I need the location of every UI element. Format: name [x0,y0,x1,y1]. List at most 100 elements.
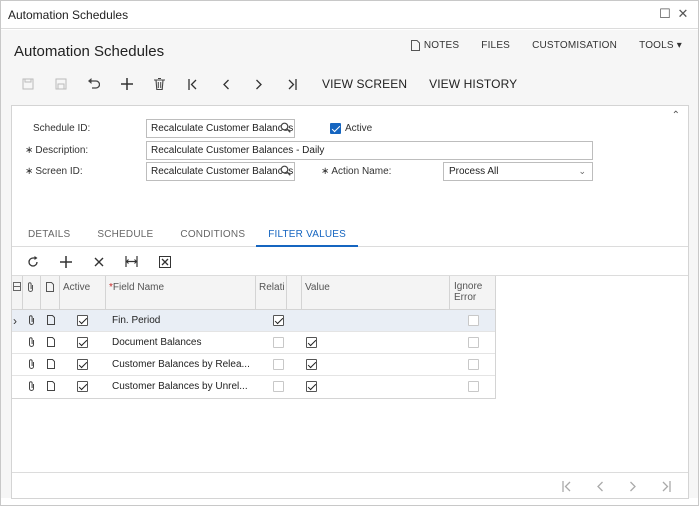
schedule-id-value: Recalculate Customer Balances [151,123,294,134]
note-icon [410,40,420,51]
delete-row-icon[interactable] [82,250,115,274]
field-name-cell[interactable]: Document Balances [108,332,254,354]
save-icon[interactable] [44,72,77,96]
add-row-icon[interactable] [49,250,82,274]
last-record-icon[interactable] [275,72,308,96]
field-name-cell[interactable]: Fin. Period [108,310,254,332]
view-history-button[interactable]: VIEW HISTORY [429,77,517,91]
table-row[interactable]: Document Balances [12,332,495,354]
maximize-icon[interactable]: ☐ [658,7,672,21]
row-relative-checkbox[interactable] [273,315,284,326]
note-icon [46,282,54,292]
row-ignore-error-checkbox[interactable] [468,315,479,326]
active-checkbox[interactable] [330,123,341,134]
row-active-checkbox[interactable] [77,337,88,348]
notes-label: NOTES [423,40,460,51]
note-icon[interactable] [44,376,58,398]
last-page-icon[interactable] [649,480,682,492]
table-row[interactable]: › Fin. Period [12,310,495,332]
close-icon[interactable]: ✕ [676,7,690,21]
action-name-value: Process All [449,166,499,177]
page-title: Automation Schedules [14,43,165,60]
tab-details[interactable]: DETAILS [12,219,81,247]
view-screen-button[interactable]: VIEW SCREEN [322,77,407,91]
action-name-select[interactable]: Process All ⌄ [443,162,593,181]
table-row[interactable]: Customer Balances by Unrel... [12,376,495,398]
paperclip-icon[interactable] [26,332,37,354]
description-label: ∗ Description: [25,145,88,156]
previous-page-icon[interactable] [583,481,616,492]
export-excel-icon[interactable] [148,250,181,274]
action-name-label: ∗ Action Name: [321,166,391,177]
row-value-checkbox[interactable] [306,337,317,348]
tab-conditions[interactable]: CONDITIONS [164,219,256,247]
row-relative-checkbox[interactable] [273,381,284,392]
schedule-id-label: Schedule ID: [33,123,91,134]
note-icon[interactable] [44,310,58,332]
next-record-icon[interactable] [242,72,275,96]
tab-schedule[interactable]: SCHEDULE [81,219,164,247]
customisation-link[interactable]: CUSTOMISATION [532,40,617,51]
top-links: NOTES FILES CUSTOMISATION TOOLS ▾ [389,40,682,51]
schedule-form: ⌃ Schedule ID: Recalculate Customer Bala… [11,105,689,499]
row-ignore-error-checkbox[interactable] [468,381,479,392]
active-label: Active [345,123,373,134]
row-pointer-icon: › [13,314,17,328]
grid-header: Active *Field Name Relati Value Ignore E… [12,276,496,310]
action-name-label-text: Action Name: [331,166,392,177]
undo-icon[interactable] [77,72,110,96]
column-header-ignore-error[interactable]: Ignore Error [450,276,496,310]
first-record-icon[interactable] [176,72,209,96]
tab-filter-values[interactable]: FILTER VALUES [256,219,358,247]
row-relative-checkbox[interactable] [273,337,284,348]
note-header [41,276,60,310]
screen-id-field[interactable]: Recalculate Customer Balances [146,162,295,181]
paperclip-icon[interactable] [26,310,37,332]
search-icon[interactable] [280,122,291,133]
column-header-active[interactable]: Active [60,276,106,310]
files-link[interactable]: FILES [481,40,510,51]
screen-id-label: ∗ Screen ID: [25,166,83,177]
schedule-id-field[interactable]: Recalculate Customer Balances [146,119,295,138]
note-icon[interactable] [44,332,58,354]
row-value-checkbox[interactable] [306,381,317,392]
table-row[interactable]: Customer Balances by Relea... [12,354,495,376]
screen-id-label-text: Screen ID: [35,166,83,177]
row-value-checkbox[interactable] [306,359,317,370]
tools-menu[interactable]: TOOLS ▾ [639,40,682,51]
row-active-checkbox[interactable] [77,359,88,370]
fit-columns-icon[interactable] [115,250,148,274]
description-value: Recalculate Customer Balances - Daily [151,145,325,156]
refresh-icon[interactable] [16,250,49,274]
column-header-value[interactable]: Value [301,276,450,310]
row-active-checkbox[interactable] [77,315,88,326]
column-header-field-name[interactable]: *Field Name [106,276,256,310]
save-close-icon[interactable] [11,72,44,96]
grid-settings-icon[interactable] [13,282,21,291]
add-icon[interactable] [110,72,143,96]
row-active-checkbox[interactable] [77,381,88,392]
screen-id-value: Recalculate Customer Balances [151,166,294,177]
paperclip-icon[interactable] [26,376,37,398]
grid-toolbar [12,248,688,276]
paperclip-icon [28,282,33,292]
next-page-icon[interactable] [616,481,649,492]
collapse-icon[interactable]: ⌃ [672,110,680,121]
delete-icon[interactable] [143,72,176,96]
row-ignore-error-checkbox[interactable] [468,359,479,370]
description-field[interactable]: Recalculate Customer Balances - Daily [146,141,593,160]
column-header-relative[interactable]: Relati [256,276,287,310]
notes-link[interactable]: NOTES [410,40,460,51]
row-ignore-error-checkbox[interactable] [468,337,479,348]
field-name-cell[interactable]: Customer Balances by Unrel... [108,376,254,398]
field-name-cell[interactable]: Customer Balances by Relea... [108,354,254,376]
previous-record-icon[interactable] [209,72,242,96]
note-icon[interactable] [44,354,58,376]
automation-schedules-window: Automation Schedules ☐ ✕ Automation Sche… [0,0,699,506]
paperclip-icon[interactable] [26,354,37,376]
row-relative-checkbox[interactable] [273,359,284,370]
first-page-icon[interactable] [550,480,583,492]
search-icon[interactable] [280,165,291,176]
window-titlebar: Automation Schedules ☐ ✕ [1,1,698,29]
content-area: Automation Schedules NOTES FILES CUSTOMI… [1,30,698,499]
